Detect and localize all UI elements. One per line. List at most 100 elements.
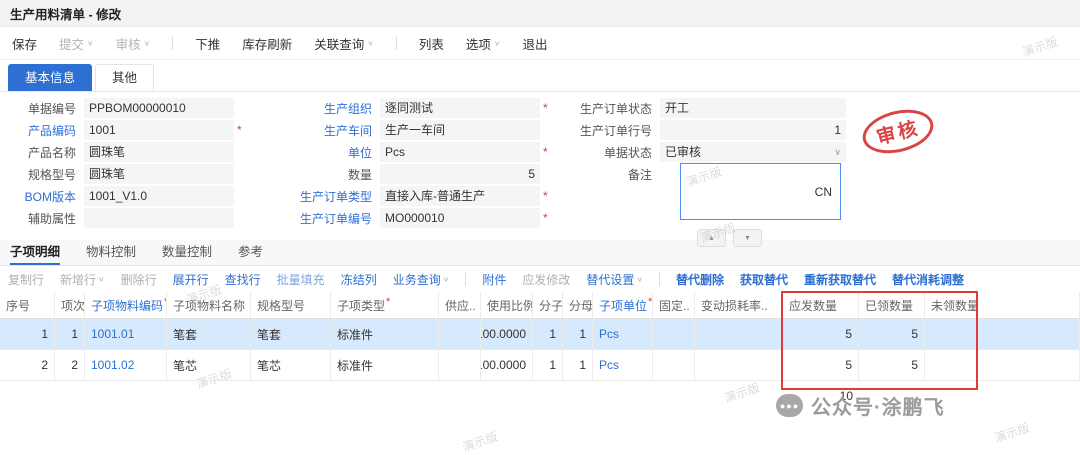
add-row-button[interactable]: 新增行∨ — [60, 271, 105, 288]
expand-row-button[interactable]: 展开行 — [173, 271, 209, 288]
product-name-label: 产品名称 — [6, 144, 84, 161]
delete-row-button[interactable]: 删除行 — [121, 271, 157, 288]
col-header-received-qty[interactable]: 已领数量 — [859, 292, 925, 318]
triangle-up-icon: ▲ — [708, 235, 715, 242]
chevron-down-icon: ∨ — [443, 275, 450, 282]
aux-attr-field[interactable] — [84, 208, 234, 228]
prod-workshop-label[interactable]: 生产车间 — [296, 122, 380, 139]
col-header-supply[interactable]: 供应.. — [439, 292, 481, 318]
cell-name: 笔套 — [167, 319, 251, 349]
cell-denominator: 1 — [563, 350, 593, 380]
cell-unit[interactable]: Pcs — [593, 319, 653, 349]
cell-item: 2 — [55, 350, 85, 380]
table-row[interactable]: 1 1 1001.01 笔套 笔套 标准件 100.0000 1 1 Pcs 5… — [0, 319, 1080, 350]
copy-row-button[interactable]: 复制行 — [8, 271, 44, 288]
tab-other[interactable]: 其他 — [95, 64, 154, 91]
mo-type-field[interactable]: 直接入库-普通生产 — [380, 186, 540, 206]
cell-code[interactable]: 1001.01 — [85, 319, 167, 349]
product-code-field[interactable]: 1001 — [84, 120, 234, 140]
tab-reference[interactable]: 参考 — [238, 240, 263, 265]
submit-button[interactable]: 提交∨ — [59, 34, 94, 53]
scroll-up-button[interactable]: ▲ — [697, 229, 726, 247]
mo-type-label[interactable]: 生产订单类型 — [296, 188, 380, 205]
tab-qty-control[interactable]: 数量控制 — [162, 240, 212, 265]
push-down-button[interactable]: 下推 — [195, 34, 220, 53]
mo-line-no-field[interactable]: 1 — [660, 120, 846, 140]
product-code-label[interactable]: 产品编码 — [6, 122, 84, 139]
should-send-modify-button[interactable]: 应发修改 — [522, 271, 570, 288]
col-header-code[interactable]: 子项物料编码* — [85, 292, 167, 318]
table-row[interactable]: 2 2 1001.02 笔芯 笔芯 标准件 100.0000 1 1 Pcs 5… — [0, 350, 1080, 381]
tab-material-control[interactable]: 物料控制 — [86, 240, 136, 265]
business-query-button[interactable]: 业务查询∨ — [393, 271, 450, 288]
unit-label[interactable]: 单位 — [296, 144, 380, 161]
substitute-set-button[interactable]: 替代设置∨ — [586, 271, 643, 288]
col-header-name[interactable]: 子项物料名称 — [167, 292, 251, 318]
reget-substitute-button[interactable]: 重新获取替代 — [804, 271, 876, 288]
scroll-down-button[interactable]: ▼ — [733, 229, 762, 247]
tab-subitem-detail[interactable]: 子项明细 — [10, 240, 60, 265]
chevron-down-icon: ∨ — [98, 275, 105, 282]
get-substitute-button[interactable]: 获取替代 — [740, 271, 788, 288]
tab-basic-info[interactable]: 基本信息 — [8, 64, 92, 91]
col-header-should-qty[interactable]: 应发数量 — [783, 292, 859, 318]
cell-denominator: 1 — [563, 319, 593, 349]
col-header-fixed[interactable]: 固定.. — [653, 292, 695, 318]
attachment-button[interactable]: 附件 — [482, 271, 506, 288]
col-header-ratio[interactable]: 使用比例(%) — [481, 292, 533, 318]
exit-button[interactable]: 退出 — [523, 34, 548, 53]
cell-empty — [533, 381, 563, 411]
col-header-spec[interactable]: 规格型号 — [251, 292, 331, 318]
form-row: 生产订单编号 MO000010 * — [296, 208, 548, 228]
related-query-button[interactable]: 关联查询∨ — [314, 34, 374, 53]
col-header-seq[interactable]: 序号 — [0, 292, 55, 318]
spec-model-field[interactable]: 圆珠笔 — [84, 164, 234, 184]
col-header-item[interactable]: 项次 — [55, 292, 85, 318]
list-button[interactable]: 列表 — [419, 34, 444, 53]
col-header-varloss[interactable]: 变动损耗率.. — [695, 292, 783, 318]
col-header-denominator[interactable]: 分母 — [563, 292, 593, 318]
required-mark: * — [543, 101, 548, 115]
doc-status-select[interactable]: 已审核∨ — [660, 142, 846, 162]
related-query-label: 关联查询 — [314, 34, 364, 53]
find-row-button[interactable]: 查找行 — [225, 271, 261, 288]
substitute-set-label: 替代设置 — [586, 271, 634, 288]
col-header-numerator[interactable]: 分子 — [533, 292, 563, 318]
demo-watermark: 演示版 — [460, 428, 500, 455]
unit-field[interactable]: Pcs — [380, 142, 540, 162]
save-button[interactable]: 保存 — [12, 34, 37, 53]
inventory-refresh-button[interactable]: 库存刷新 — [242, 34, 292, 53]
batch-fill-button[interactable]: 批量填充 — [277, 271, 325, 288]
cell-code[interactable]: 1001.02 — [85, 350, 167, 380]
options-button[interactable]: 选项∨ — [466, 34, 501, 53]
cell-unit[interactable]: Pcs — [593, 350, 653, 380]
remark-textarea[interactable]: CN — [680, 163, 841, 220]
bom-version-label[interactable]: BOM版本 — [6, 188, 84, 205]
audit-button[interactable]: 审核∨ — [116, 34, 151, 53]
qty-field[interactable]: 5 — [380, 164, 540, 184]
doc-no-field[interactable]: PPBOM00000010 — [84, 98, 234, 118]
form-row: 生产订单行号 1 — [580, 120, 846, 140]
prod-org-field[interactable]: 逐同测试 — [380, 98, 540, 118]
product-name-field[interactable]: 圆珠笔 — [84, 142, 234, 162]
col-header-unreceived-qty[interactable]: 未领数量 — [925, 292, 1080, 318]
col-header-unit[interactable]: 子项单位* — [593, 292, 653, 318]
mo-status-label: 生产订单状态 — [580, 100, 660, 117]
mo-no-label[interactable]: 生产订单编号 — [296, 210, 380, 227]
required-mark: * — [648, 296, 652, 308]
prod-org-label[interactable]: 生产组织 — [296, 100, 380, 117]
prod-workshop-field[interactable]: 生产一车间 — [380, 120, 540, 140]
detail-tabs: 子项明细 物料控制 数量控制 参考 — [0, 240, 1080, 266]
freeze-column-button[interactable]: 冻结列 — [341, 271, 377, 288]
remark-label: 备注 — [580, 166, 660, 183]
bom-version-field[interactable]: 1001_V1.0 — [84, 186, 234, 206]
cell-should-qty: 5 — [783, 319, 859, 349]
mo-status-field[interactable]: 开工 — [660, 98, 846, 118]
mo-no-field[interactable]: MO000010 — [380, 208, 540, 228]
cell-item: 1 — [55, 319, 85, 349]
cell-numerator: 1 — [533, 350, 563, 380]
toolbar-separator — [396, 36, 397, 50]
col-header-type[interactable]: 子项类型* — [331, 292, 439, 318]
substitute-delete-button[interactable]: 替代删除 — [676, 271, 724, 288]
substitute-consume-adjust-button[interactable]: 替代消耗调整 — [892, 271, 964, 288]
